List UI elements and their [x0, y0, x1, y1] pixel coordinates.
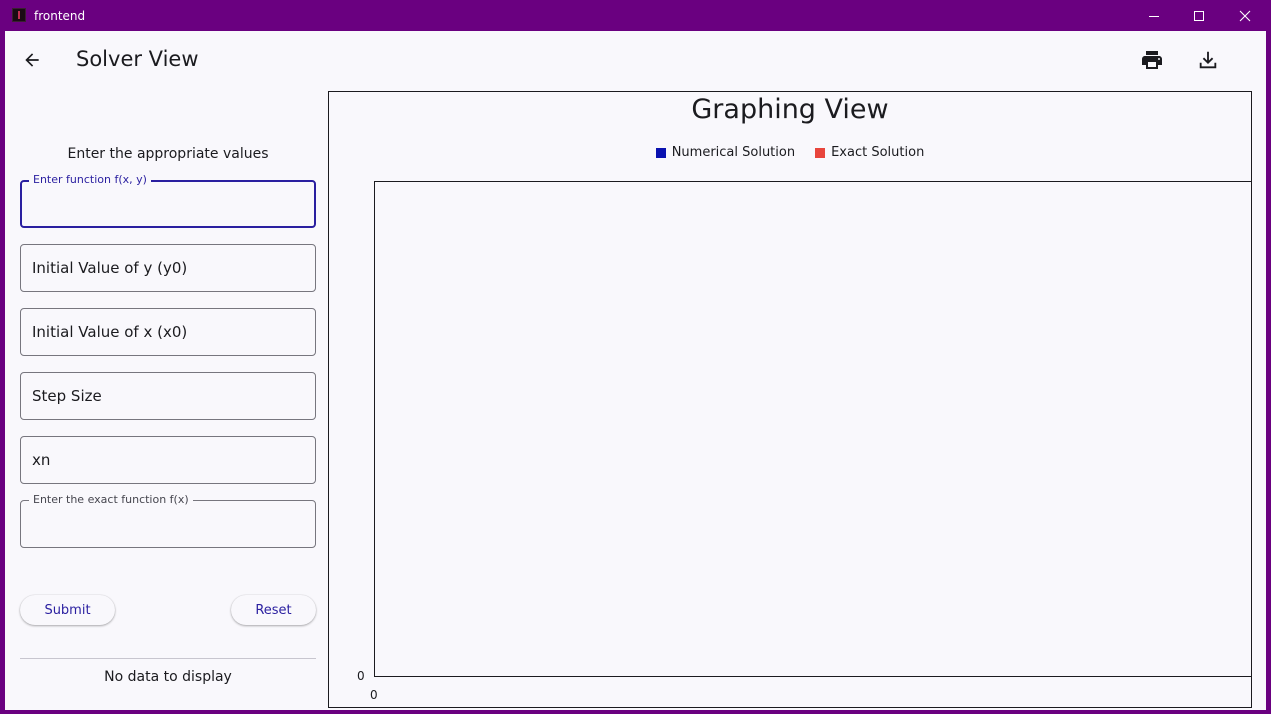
- submit-button[interactable]: Submit: [20, 595, 115, 625]
- legend-label-numerical: Numerical Solution: [671, 145, 796, 160]
- x-tick-label: 0: [370, 688, 378, 702]
- minimize-icon: [1149, 15, 1159, 17]
- maximize-button[interactable]: [1176, 0, 1222, 31]
- legend-swatch-numerical: [655, 148, 666, 158]
- initial-y-field[interactable]: [20, 244, 316, 292]
- instructions-text: Enter the appropriate values: [67, 146, 269, 162]
- close-icon: [1239, 10, 1251, 21]
- initial-y-input[interactable]: [21, 245, 315, 291]
- graph-panel: Graphing View Numerical Solution Exact S…: [328, 91, 1252, 708]
- chart-legend: Numerical Solution Exact Solution: [329, 144, 1251, 162]
- step-size-input[interactable]: [21, 373, 315, 419]
- function-fxy-label: Enter function f(x, y): [29, 173, 151, 187]
- legend-item-exact[interactable]: Exact Solution: [815, 144, 924, 162]
- legend-item-numerical[interactable]: Numerical Solution: [655, 144, 796, 162]
- back-button[interactable]: [17, 45, 47, 75]
- initial-x-field[interactable]: [20, 308, 316, 356]
- chart-title: Graphing View: [691, 94, 889, 125]
- function-fxy-input[interactable]: [22, 182, 314, 226]
- download-button[interactable]: [1193, 45, 1223, 75]
- xn-input[interactable]: [21, 437, 315, 483]
- exact-function-field[interactable]: Enter the exact function f(x): [20, 493, 316, 548]
- arrow-left-icon: [25, 53, 39, 67]
- exact-function-label: Enter the exact function f(x): [29, 493, 193, 507]
- reset-button[interactable]: Reset: [231, 595, 316, 625]
- input-panel: Enter the appropriate values Enter funct…: [20, 91, 316, 711]
- legend-swatch-exact: [815, 148, 826, 158]
- exact-function-input[interactable]: [21, 501, 315, 547]
- step-size-field[interactable]: [20, 372, 316, 420]
- initial-x-input[interactable]: [21, 309, 315, 355]
- y-tick-label: 0: [357, 669, 365, 683]
- page-title: Solver View: [76, 47, 199, 71]
- close-button[interactable]: [1222, 0, 1268, 31]
- window-content: Solver View Enter the appropriate values…: [5, 31, 1266, 710]
- print-button[interactable]: [1137, 45, 1167, 75]
- app-logo-icon: [12, 8, 26, 22]
- maximize-icon: [1194, 10, 1204, 21]
- function-fxy-field[interactable]: Enter function f(x, y): [20, 173, 316, 228]
- printer-icon: [1142, 51, 1162, 69]
- divider: [20, 658, 316, 659]
- minimize-button[interactable]: [1131, 0, 1177, 31]
- xn-field[interactable]: [20, 436, 316, 484]
- window-title: frontend: [34, 9, 86, 23]
- window-titlebar: frontend: [0, 0, 1271, 31]
- plot-svg: [375, 182, 1251, 676]
- empty-results-message: No data to display: [104, 669, 232, 685]
- plot-area[interactable]: [374, 181, 1252, 677]
- download-icon: [1199, 51, 1217, 69]
- legend-label-exact: Exact Solution: [831, 145, 925, 160]
- app-bar: Solver View: [5, 31, 1266, 87]
